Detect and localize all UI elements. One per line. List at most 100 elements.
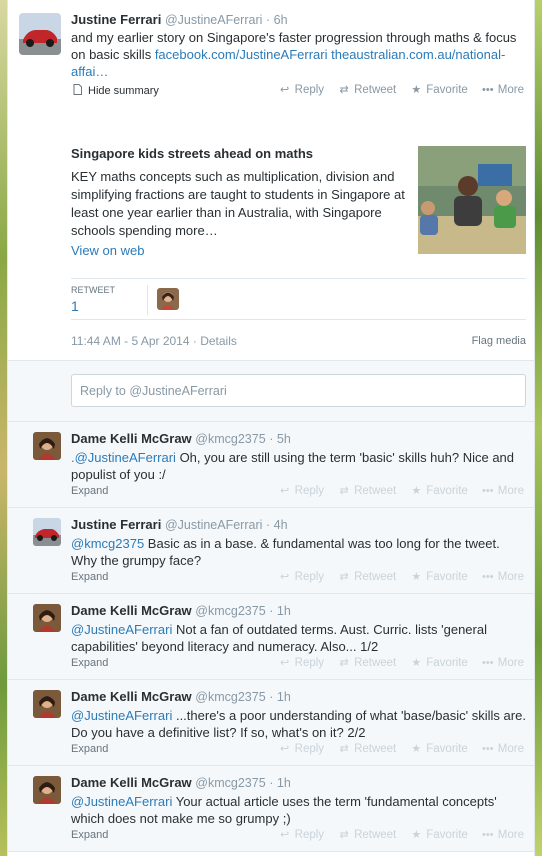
- reply-area: Reply to @JustineAFerrari: [8, 360, 534, 422]
- reply-tweet[interactable]: Dame Kelli McGraw @kmcg2375 · 1h @Justin…: [8, 594, 534, 680]
- avatar[interactable]: [33, 690, 61, 718]
- author-handle[interactable]: @kmcg2375: [195, 776, 265, 790]
- author-handle[interactable]: @JustineAFerrari: [165, 13, 262, 27]
- more-button[interactable]: ••• More: [482, 743, 524, 755]
- main-tweet: Justine Ferrari @JustineAFerrari · 6h an…: [8, 0, 534, 360]
- reply-button[interactable]: ↩ Reply: [279, 656, 325, 670]
- author-name[interactable]: Justine Ferrari: [71, 12, 161, 27]
- favorite-label: Favorite: [426, 828, 468, 841]
- document-icon: [71, 84, 83, 98]
- expand-button[interactable]: Expand: [71, 829, 108, 841]
- avatar[interactable]: [33, 432, 61, 460]
- more-button[interactable]: ••• More: [482, 829, 524, 841]
- tweet-time[interactable]: · 4h: [266, 518, 288, 532]
- retweeter-avatar[interactable]: [157, 288, 179, 310]
- favorite-label: Favorite: [426, 83, 468, 96]
- reply-tweet[interactable]: Dame Kelli McGraw @kmcg2375 · 1h @Justin…: [8, 766, 534, 852]
- link-facebook[interactable]: facebook.com/JustineAFerrari: [155, 47, 328, 62]
- tweet-text: .@JustineAFerrari Oh, you are still usin…: [71, 449, 526, 483]
- favorite-button[interactable]: ★ Favorite: [410, 484, 468, 498]
- favorite-button[interactable]: ★ Favorite: [410, 828, 468, 842]
- reply-label: Reply: [294, 484, 325, 497]
- reply-tweet[interactable]: Dame Kelli McGraw @kmcg2375 · 5h .@Justi…: [8, 422, 534, 508]
- expand-button[interactable]: Expand: [71, 571, 108, 583]
- reply-button[interactable]: ↩ Reply: [279, 570, 324, 584]
- retweet-label: Retweet: [354, 828, 397, 841]
- tweet-time[interactable]: · 1h: [269, 604, 291, 618]
- retweet-button[interactable]: ⇄ Retweet: [338, 83, 396, 97]
- tweet-text: @JustineAFerrari Not a fan of outdated t…: [71, 621, 526, 655]
- favorite-label: Favorite: [426, 570, 468, 583]
- author-handle[interactable]: @JustineAFerrari: [165, 518, 262, 532]
- favorite-button[interactable]: ★ Favorite: [410, 742, 467, 756]
- favorite-button[interactable]: ★ Favorite: [410, 83, 468, 97]
- summary-card: Singapore kids streets ahead on maths KE…: [71, 146, 526, 258]
- author-handle[interactable]: @kmcg2375: [195, 690, 265, 704]
- reply-label: Reply: [294, 656, 325, 669]
- reply-tweet[interactable]: Justine Ferrari @JustineAFerrari · 4h @k…: [8, 508, 534, 594]
- reply-icon: ↩: [280, 743, 290, 755]
- more-label: More: [497, 83, 524, 96]
- mention-link[interactable]: @kmcg2375: [71, 536, 144, 551]
- author-name[interactable]: Dame Kelli McGraw: [71, 431, 192, 446]
- background-right: [534, 0, 542, 856]
- avatar[interactable]: [33, 776, 61, 804]
- tweet-actions: ↩ Reply ⇄ Retweet ★ Favorite ••• More: [279, 83, 524, 97]
- retweet-button[interactable]: ⇄ Retweet: [338, 828, 397, 842]
- reply-input[interactable]: Reply to @JustineAFerrari: [71, 374, 526, 407]
- retweet-button[interactable]: ⇄ Retweet: [338, 570, 397, 584]
- reply-button[interactable]: ↩ Reply: [279, 742, 324, 756]
- author-name[interactable]: Dame Kelli McGraw: [71, 689, 192, 704]
- avatar[interactable]: [33, 518, 61, 546]
- tweet-actions: ↩ Reply ⇄ Retweet ★ Favorite ••• More: [279, 656, 524, 670]
- more-icon: •••: [482, 83, 494, 96]
- tweet-time[interactable]: · 6h: [266, 13, 288, 27]
- mention-link[interactable]: @JustineAFerrari: [71, 622, 172, 637]
- avatar[interactable]: [19, 13, 61, 55]
- favorite-button[interactable]: ★ Favorite: [410, 656, 467, 670]
- expand-button[interactable]: Expand: [71, 743, 108, 755]
- reply-button[interactable]: ↩ Reply: [279, 828, 324, 842]
- retweet-button[interactable]: ⇄ Retweet: [338, 656, 396, 670]
- tweet-time[interactable]: · 1h: [269, 690, 291, 704]
- author-handle[interactable]: @kmcg2375: [195, 432, 265, 446]
- author-name[interactable]: Dame Kelli McGraw: [71, 603, 192, 618]
- reply-tweet[interactable]: Dame Kelli McGraw @kmcg2375 · 1h @Justin…: [8, 680, 534, 766]
- more-label: More: [497, 570, 524, 583]
- favorite-button[interactable]: ★ Favorite: [410, 570, 468, 584]
- reply-button[interactable]: ↩ Reply: [279, 484, 325, 498]
- more-icon: •••: [482, 742, 494, 755]
- more-button[interactable]: ••• More: [482, 485, 524, 497]
- tweet-actions: ↩ Reply ⇄ Retweet ★ Favorite ••• More: [279, 742, 524, 756]
- tweet-time[interactable]: · 5h: [269, 432, 291, 446]
- more-label: More: [497, 828, 524, 841]
- retweet-button[interactable]: ⇄ Retweet: [338, 742, 396, 756]
- hide-summary-button[interactable]: Hide summary: [71, 84, 159, 98]
- hide-summary-label: Hide summary: [88, 85, 159, 97]
- expand-button[interactable]: Expand: [71, 657, 108, 669]
- reply-button[interactable]: ↩ Reply: [279, 83, 324, 97]
- reply-icon: ↩: [280, 485, 290, 497]
- retweet-label: Retweet: [354, 570, 397, 583]
- author-name[interactable]: Dame Kelli McGraw: [71, 775, 192, 790]
- author-handle[interactable]: @kmcg2375: [195, 604, 265, 618]
- card-image[interactable]: [418, 146, 526, 254]
- author-name[interactable]: Justine Ferrari: [71, 517, 161, 532]
- reply-icon: ↩: [280, 657, 290, 669]
- more-button[interactable]: ••• More: [482, 84, 524, 96]
- tweet-timestamp[interactable]: 11:44 AM - 5 Apr 2014 · Details: [71, 334, 237, 348]
- tweet-panel: Justine Ferrari @JustineAFerrari · 6h an…: [7, 0, 535, 856]
- retweet-button[interactable]: ⇄ Retweet: [338, 484, 396, 498]
- retweet-count[interactable]: 1: [71, 298, 79, 314]
- tweet-time[interactable]: · 1h: [269, 776, 291, 790]
- avatar[interactable]: [33, 604, 61, 632]
- mention-link[interactable]: .@JustineAFerrari: [71, 450, 176, 465]
- expand-button[interactable]: Expand: [71, 485, 108, 497]
- favorite-label: Favorite: [426, 484, 468, 497]
- mention-link[interactable]: @JustineAFerrari: [71, 708, 172, 723]
- mention-link[interactable]: @JustineAFerrari: [71, 794, 172, 809]
- more-button[interactable]: ••• More: [482, 657, 524, 669]
- view-on-web-link[interactable]: View on web: [71, 243, 144, 258]
- more-button[interactable]: ••• More: [482, 571, 524, 583]
- flag-media-link[interactable]: Flag media: [472, 335, 526, 347]
